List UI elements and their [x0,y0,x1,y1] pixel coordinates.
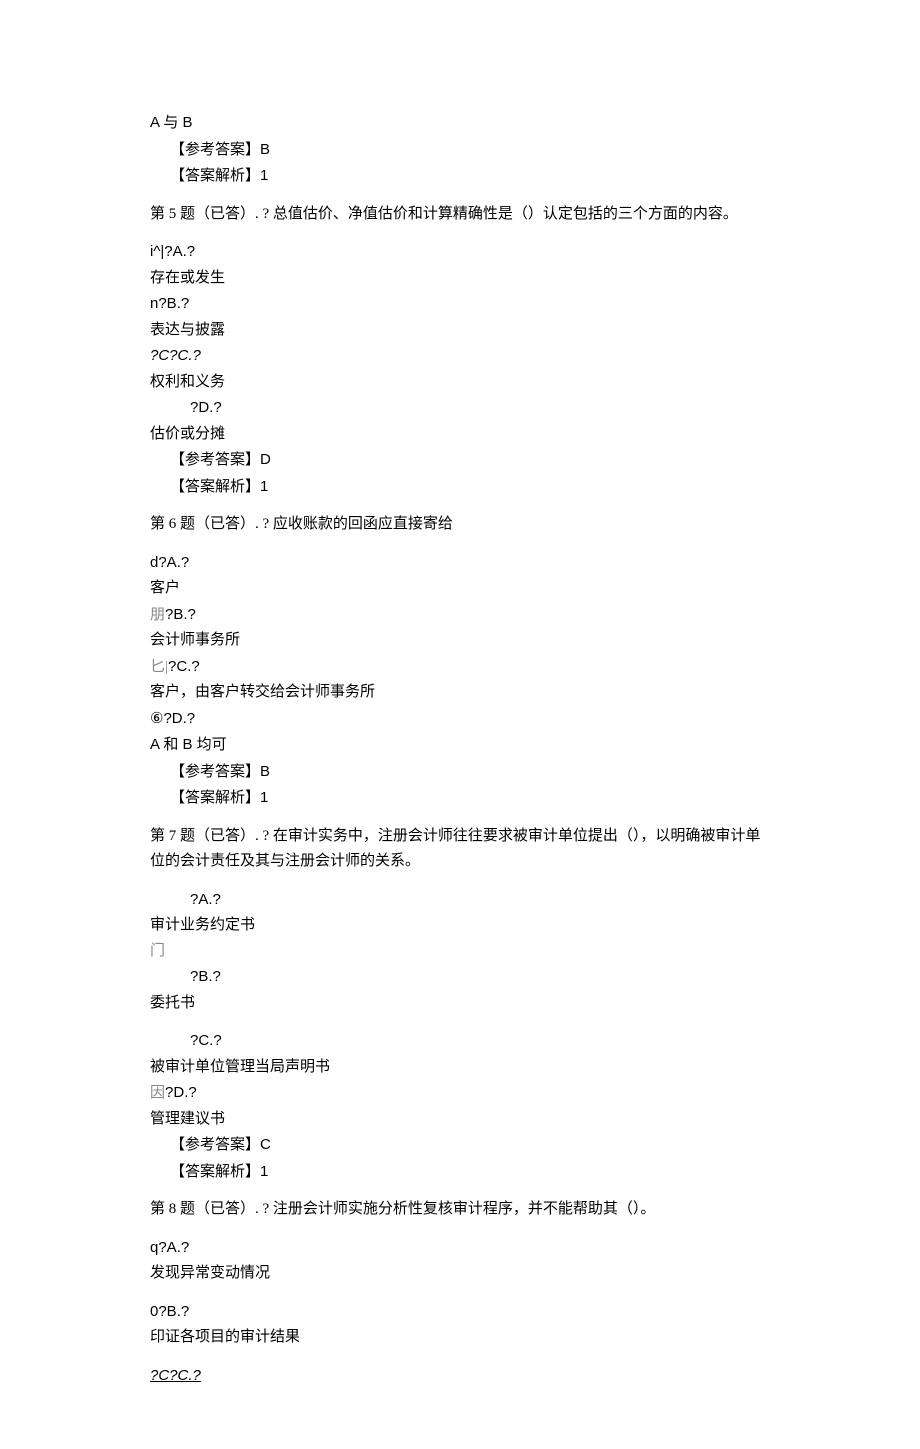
q6-option-d-text: A 和 B 均可 [150,732,770,759]
q5-analysis-value: 1 [260,478,268,495]
q6-answer-label: 【参考答案】 [170,764,260,780]
q7-option-d-prefix: 因?D.? [150,1080,770,1107]
q5-answer-label: 【参考答案】 [170,452,260,468]
q6-answer-line: 【参考答案】B [150,759,770,786]
q7-analysis-value: 1 [260,1163,268,1180]
q7-analysis-line: 【答案解析】1 [150,1159,770,1186]
q4-answer-label: 【参考答案】 [170,142,260,158]
q7-answer-line: 【参考答案】C [150,1132,770,1159]
q6-analysis-line: 【答案解析】1 [150,785,770,812]
q8-option-c-prefix: ?C?C.? [150,1363,770,1390]
q7-option-c-prefix: ?C.? [150,1028,770,1055]
q4-analysis-line: 【答案解析】1 [150,163,770,190]
q7-option-c-text: 被审计单位管理当局声明书 [150,1055,770,1081]
q5-option-c-text: 权利和义务 [150,370,770,396]
q7-option-b-text: 委托书 [150,991,770,1017]
q6-option-a-prefix: d?A.? [150,550,770,577]
q8-option-b-prefix: 0?B.? [150,1299,770,1326]
q4-answer-value: B [260,141,270,158]
q5-option-d-prefix: ?D.? [150,395,770,422]
q6-option-a-text: 客户 [150,576,770,602]
q7-option-b-prefix: ?B.? [150,964,770,991]
q8-option-a-prefix: q?A.? [150,1235,770,1262]
q8-option-b-text: 印证各项目的审计结果 [150,1325,770,1351]
q7-option-a-text: 审计业务约定书 [150,913,770,939]
q8-header: 第 8 题（已答）. ? 注册会计师实施分析性复核审计程序，并不能帮助其（）。 [150,1197,770,1223]
q6-analysis-value: 1 [260,789,268,806]
q6-option-b-text: 会计师事务所 [150,628,770,654]
q5-analysis-label: 【答案解析】 [170,479,260,495]
q7-answer-value: C [260,1136,271,1153]
q5-analysis-line: 【答案解析】1 [150,474,770,501]
q7-option-b-prefix-cn: 门 [150,939,770,965]
q5-option-a-prefix: i^|?A.? [150,239,770,266]
q5-option-a-text: 存在或发生 [150,266,770,292]
q5-header: 第 5 题（已答）. ? 总值估价、净值估价和计算精确性是（）认定包括的三个方面… [150,202,770,228]
q4-analysis-value: 1 [260,167,268,184]
q6-header: 第 6 题（已答）. ? 应收账款的回函应直接寄给 [150,512,770,538]
q5-option-d-text: 估价或分摊 [150,422,770,448]
q4-answer-line: 【参考答案】B [150,137,770,164]
q7-answer-label: 【参考答案】 [170,1137,260,1153]
q5-option-c-prefix: ?C?C.? [150,343,770,370]
q6-answer-value: B [260,763,270,780]
q6-option-c-text: 客户，由客户转交给会计师事务所 [150,680,770,706]
q6-option-c-prefix: 匕|?C.? [150,654,770,681]
q5-option-b-text: 表达与披露 [150,318,770,344]
q6-option-d-prefix: ⑥?D.? [150,706,770,733]
q5-answer-value: D [260,451,271,468]
q5-option-b-prefix: n?B.? [150,291,770,318]
q4-option-d-text: A 与 B [150,110,770,137]
document-page: A 与 B 【参考答案】B 【答案解析】1 第 5 题（已答）. ? 总值估价、… [0,0,920,1449]
q4-analysis-label: 【答案解析】 [170,168,260,184]
q8-option-a-text: 发现异常变动情况 [150,1261,770,1287]
q7-option-d-text: 管理建议书 [150,1107,770,1133]
q7-analysis-label: 【答案解析】 [170,1164,260,1180]
q6-option-b-prefix: 朋?B.? [150,602,770,629]
q6-analysis-label: 【答案解析】 [170,790,260,806]
q7-header: 第 7 题（已答）. ? 在审计实务中，注册会计师往往要求被审计单位提出（），以… [150,824,770,875]
q5-answer-line: 【参考答案】D [150,447,770,474]
q7-option-a-prefix: ?A.? [150,887,770,914]
